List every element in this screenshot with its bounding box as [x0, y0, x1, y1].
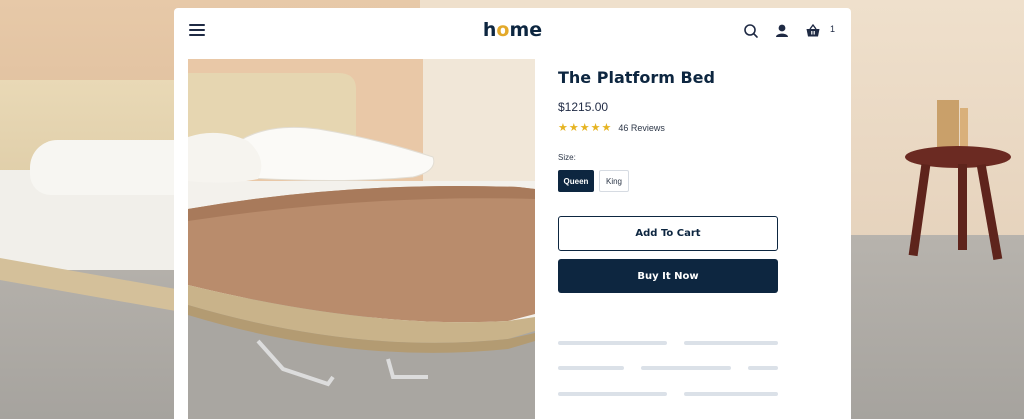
skeleton-line [641, 366, 731, 370]
skeleton-line [558, 366, 624, 370]
add-to-cart-button[interactable]: Add To Cart [558, 216, 778, 251]
buy-it-now-button[interactable]: Buy It Now [558, 259, 778, 293]
skeleton-line [558, 341, 667, 345]
skeleton-line [558, 392, 667, 396]
star-rating-icon: ★★★★★ [558, 121, 613, 134]
product-image [188, 59, 535, 419]
skeleton-line [748, 366, 778, 370]
size-label: Size: [558, 153, 576, 162]
site-header: home 1 [174, 8, 851, 54]
reviews-link[interactable]: 46 Reviews [618, 123, 665, 133]
cart-icon[interactable] [804, 22, 822, 40]
size-option-king[interactable]: King [599, 170, 629, 192]
size-option-queen[interactable]: Queen [558, 170, 594, 192]
product-price: $1215.00 [558, 100, 609, 114]
product-details: The Platform Bed $1215.00 ★★★★★ 46 Revie… [558, 66, 798, 192]
search-icon[interactable] [742, 22, 760, 40]
product-title: The Platform Bed [558, 68, 715, 87]
product-card: home 1 The Platform Bed $1215.00 ★★★★★ 4… [174, 8, 851, 419]
cart-count-badge: 1 [830, 24, 836, 34]
user-icon[interactable] [773, 22, 791, 40]
product-rating: ★★★★★ 46 Reviews [558, 121, 798, 134]
skeleton-line [684, 392, 778, 396]
skeleton-line [684, 341, 778, 345]
size-selector: Queen King [558, 170, 798, 192]
